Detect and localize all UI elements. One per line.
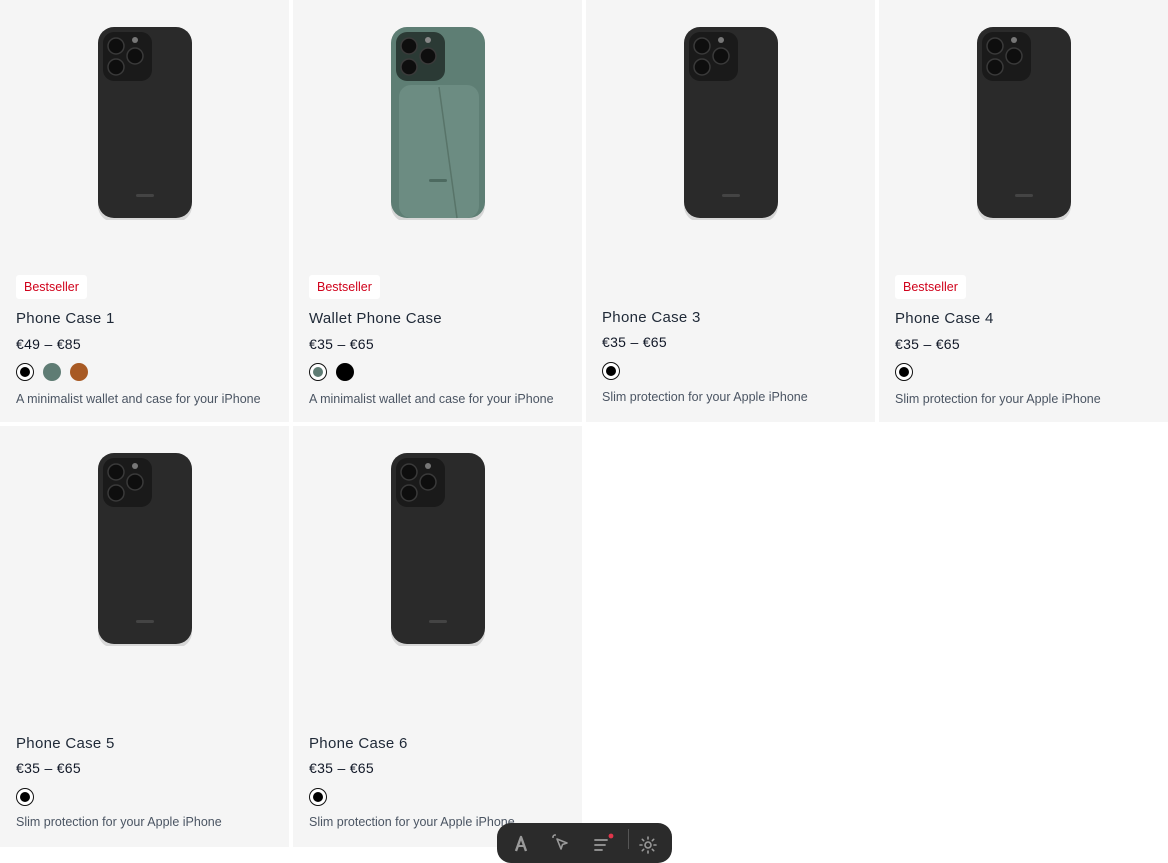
phone-case-image — [98, 27, 192, 220]
product-description: A minimalist wallet and case for your iP… — [16, 392, 261, 406]
color-swatch-brown[interactable] — [70, 363, 88, 381]
color-swatches — [16, 788, 76, 808]
product-image[interactable] — [0, 426, 289, 696]
product-description: Slim protection for your Apple iPhone — [895, 392, 1101, 406]
product-grid: Bestseller Phone Case 1 €49 – €85 A mini… — [0, 0, 1168, 847]
product-title[interactable]: Phone Case 5 — [16, 735, 115, 753]
product-image[interactable] — [293, 0, 582, 270]
color-swatch-black[interactable] — [895, 363, 913, 381]
product-price: €35 – €65 — [309, 760, 374, 776]
product-card[interactable]: Phone Case 6 €35 – €65 Slim protection f… — [293, 426, 582, 847]
color-swatch-black[interactable] — [16, 788, 34, 806]
product-description: Slim protection for your Apple iPhone — [16, 815, 222, 829]
inspect-cursor-icon[interactable] — [549, 831, 573, 855]
color-swatch-black[interactable] — [16, 363, 34, 381]
product-image[interactable] — [586, 0, 875, 270]
phone-case-image — [391, 453, 485, 646]
product-price: €35 – €65 — [16, 760, 81, 776]
audit-list-icon[interactable] — [592, 831, 616, 855]
product-card[interactable]: Phone Case 5 €35 – €65 Slim protection f… — [0, 426, 289, 847]
phone-case-image — [98, 453, 192, 646]
color-swatches — [309, 363, 429, 383]
product-card[interactable]: Bestseller Phone Case 4 €35 – €65 Slim p… — [879, 0, 1168, 422]
product-price: €35 – €65 — [602, 334, 667, 350]
product-title[interactable]: Phone Case 6 — [309, 735, 408, 753]
product-card[interactable]: Bestseller Phone Case 1 €49 – €85 A mini… — [0, 0, 289, 422]
color-swatches — [309, 788, 369, 808]
phone-case-image — [977, 27, 1071, 220]
product-title[interactable]: Wallet Phone Case — [309, 310, 442, 328]
color-swatch-black[interactable] — [309, 788, 327, 806]
wallet-phone-case-image — [391, 27, 485, 220]
product-card[interactable]: Phone Case 3 €35 – €65 Slim protection f… — [586, 0, 875, 422]
product-description: Slim protection for your Apple iPhone — [309, 815, 515, 829]
product-card[interactable]: Bestseller Wallet Phone Case €35 – €65 A… — [293, 0, 582, 422]
product-title[interactable]: Phone Case 3 — [602, 309, 701, 327]
product-title[interactable]: Phone Case 1 — [16, 310, 115, 328]
color-swatch-green[interactable] — [43, 363, 61, 381]
color-swatch-green[interactable] — [309, 363, 327, 381]
settings-gear-icon[interactable] — [636, 831, 660, 855]
product-price: €49 – €85 — [16, 336, 81, 352]
product-price: €35 – €65 — [895, 336, 960, 352]
product-description: Slim protection for your Apple iPhone — [602, 390, 808, 404]
toolbar-divider — [628, 829, 629, 849]
product-image[interactable] — [293, 426, 582, 696]
dev-toolbar — [497, 823, 672, 863]
product-description: A minimalist wallet and case for your iP… — [309, 392, 554, 406]
color-swatch-black[interactable] — [336, 363, 354, 381]
bestseller-badge: Bestseller — [16, 275, 87, 299]
color-swatches — [602, 362, 662, 382]
product-price: €35 – €65 — [309, 336, 374, 352]
product-image[interactable] — [879, 0, 1168, 270]
bestseller-badge: Bestseller — [895, 275, 966, 299]
color-swatches — [16, 363, 136, 383]
phone-case-image — [684, 27, 778, 220]
product-title[interactable]: Phone Case 4 — [895, 310, 994, 328]
bestseller-badge: Bestseller — [309, 275, 380, 299]
color-swatches — [895, 363, 955, 383]
product-image[interactable] — [0, 0, 289, 270]
color-swatch-black[interactable] — [602, 362, 620, 380]
astro-logo-icon[interactable] — [509, 831, 533, 855]
